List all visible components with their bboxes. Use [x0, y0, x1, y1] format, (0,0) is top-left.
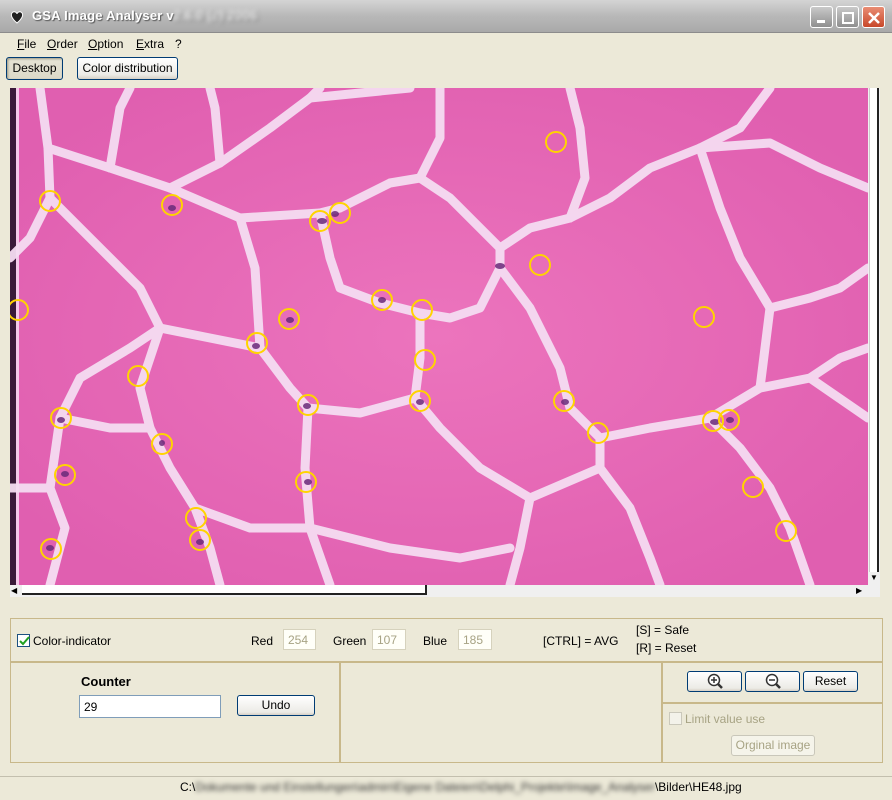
minimize-button[interactable] — [810, 6, 833, 28]
zoom-out-icon — [765, 673, 781, 689]
tissue-image — [10, 88, 868, 585]
tab-color-distribution[interactable]: Color distribution — [77, 57, 178, 80]
zoom-in-button[interactable] — [687, 671, 742, 692]
limit-panel: Limit value use Orginal image — [662, 703, 883, 763]
undo-button[interactable]: Undo — [237, 695, 315, 716]
zoom-out-button[interactable] — [745, 671, 800, 692]
middle-panel — [340, 662, 662, 763]
vertical-scrollbar[interactable]: ▼ — [868, 88, 880, 585]
blue-value: 185 — [458, 629, 492, 650]
close-icon — [868, 12, 880, 24]
limit-value-checkbox[interactable] — [669, 712, 682, 725]
menu-help[interactable]: ? — [175, 37, 182, 51]
scroll-left-arrow-icon[interactable]: ◀ — [11, 586, 17, 595]
counter-title: Counter — [81, 674, 131, 689]
limit-value-label: Limit value use — [685, 712, 766, 726]
horizontal-scrollbar[interactable]: ◀ ▶ — [10, 585, 880, 597]
scroll-right-arrow-icon[interactable]: ▶ — [856, 586, 862, 595]
color-indicator-label: Color-indicator — [33, 634, 112, 648]
green-value: 107 — [372, 629, 406, 650]
safe-hint: [S] = Safe — [636, 623, 690, 637]
window-title: GSA Image Analyser v2.6.0 (c) 2006 — [32, 8, 258, 23]
zoom-in-icon — [707, 673, 723, 689]
maximize-button[interactable] — [836, 6, 859, 28]
counter-field[interactable]: 29 — [79, 695, 221, 718]
zoom-reset-button[interactable]: Reset — [803, 671, 858, 692]
ctrl-avg-hint: [CTRL] = AVG — [543, 634, 619, 648]
red-value: 254 — [283, 629, 316, 650]
menu-order[interactable]: Order — [47, 37, 78, 51]
close-button[interactable] — [862, 6, 885, 28]
menu-extra[interactable]: Extra — [136, 37, 164, 51]
color-indicator-checkbox[interactable] — [17, 634, 30, 647]
blue-label: Blue — [423, 634, 448, 648]
horizontal-scroll-thumb[interactable] — [22, 585, 427, 595]
color-indicator-panel: Color-indicator Red 254 Green 107 Blue 1… — [10, 618, 883, 662]
file-path: C:\Dokumente und Einstellungen\admin\Eig… — [180, 780, 742, 794]
tab-desktop[interactable]: Desktop — [6, 57, 63, 80]
status-bar: C:\Dokumente und Einstellungen\admin\Eig… — [0, 776, 892, 800]
zoom-panel: Reset — [662, 662, 883, 703]
red-label: Red — [251, 634, 274, 648]
green-label: Green — [333, 634, 367, 648]
reset-hint: [R] = Reset — [636, 641, 697, 655]
original-image-button[interactable]: Orginal image — [731, 735, 815, 756]
menu-bar: File Order Option Extra ? — [0, 33, 892, 55]
maximize-icon — [842, 12, 854, 24]
checkmark-icon — [19, 636, 30, 646]
scroll-down-arrow-icon[interactable]: ▼ — [870, 573, 878, 582]
image-viewport[interactable] — [10, 88, 868, 585]
vertical-scroll-thumb[interactable] — [869, 88, 879, 572]
title-bar: GSA Image Analyser v2.6.0 (c) 2006 — [0, 0, 892, 33]
counter-panel: Counter 29 Undo — [10, 662, 340, 763]
menu-option[interactable]: Option — [88, 37, 123, 51]
app-logo-icon — [10, 11, 24, 24]
minimize-icon — [817, 20, 825, 23]
menu-file[interactable]: File — [17, 37, 36, 51]
